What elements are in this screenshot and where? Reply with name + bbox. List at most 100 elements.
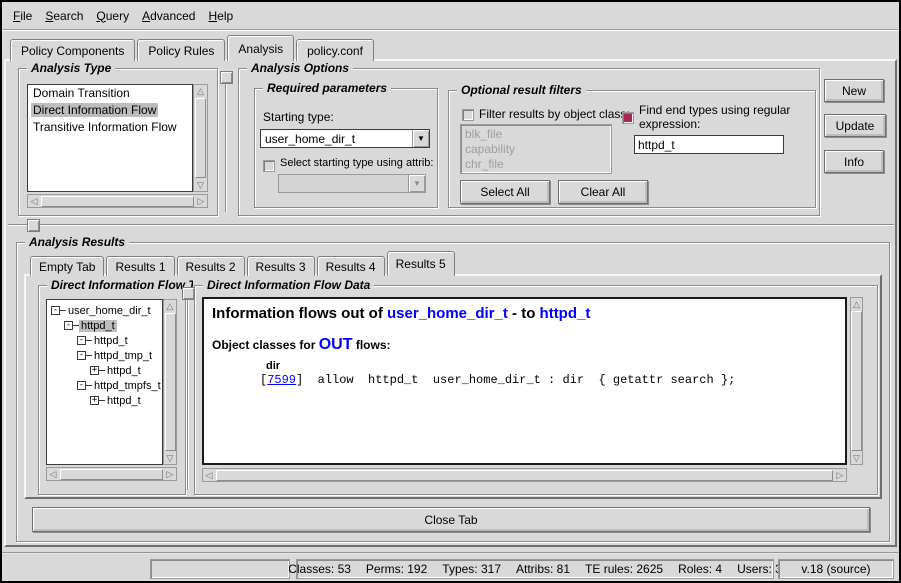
flow-data-textarea[interactable]: Information flows out of user_home_dir_t… [202,297,847,465]
scroll-thumb[interactable] [195,98,206,178]
status-panel-empty [150,559,290,579]
tab-results-1[interactable]: Results 1 [106,256,174,276]
object-class-listbox: blk_file capability chr_file [460,124,612,174]
tab-results-5[interactable]: Results 5 [387,251,455,276]
scroll-right-icon[interactable]: ▷ [164,468,176,480]
object-class-item: blk_file [465,127,611,142]
regex-checkbox-label: Find end types using regular expression: [639,103,790,131]
scroll-thumb[interactable] [216,470,833,481]
scroll-left-icon[interactable]: ◁ [47,468,59,480]
tree-expand-icon[interactable]: + [90,396,99,405]
menu-file[interactable]: File [11,8,34,24]
filter-object-class-checkbox[interactable] [462,109,474,121]
tree-expand-icon[interactable]: - [77,336,86,345]
optional-filters-group-label: Optional result filters [457,83,586,97]
tree-node[interactable]: -httpd_t [47,318,162,333]
results-sash[interactable] [187,300,189,490]
list-item[interactable]: Direct Information Flow [28,102,192,119]
tab-policy-components[interactable]: Policy Components [10,39,135,61]
close-tab-button[interactable]: Close Tab [32,507,870,532]
scroll-right-icon[interactable]: ▷ [195,195,207,207]
tree-expand-icon[interactable]: - [64,321,73,330]
starting-type-combobox[interactable]: user_home_dir_t ▼ [260,129,430,148]
scroll-left-icon[interactable]: ◁ [28,195,40,207]
tab-policy-conf[interactable]: policy.conf [296,39,374,61]
info-button[interactable]: Info [824,150,884,173]
horizontal-sash-handle[interactable] [27,219,40,232]
scroll-down-icon[interactable]: ▽ [164,452,176,464]
list-item[interactable]: Domain Transition [28,85,192,102]
flow-direction-text: OUT [319,336,353,353]
stat-users: Users: 3 [737,562,782,576]
tree-expand-icon[interactable]: - [51,306,60,315]
stat-types: Types: 317 [442,562,501,576]
tab-results-3[interactable]: Results 3 [247,256,315,276]
scroll-down-icon[interactable]: ▽ [851,452,862,464]
menu-advanced[interactable]: Advanced [140,8,197,24]
vertical-sash-handle[interactable] [220,71,233,84]
rule-line: [7599] allow httpd_t user_home_dir_t : d… [260,373,845,387]
regex-checkbox[interactable] [622,112,634,124]
dropdown-arrow-icon[interactable]: ▼ [412,130,429,147]
menu-query[interactable]: Query [94,8,131,24]
attrib-checkbox[interactable] [263,160,275,172]
scroll-down-icon[interactable]: ▽ [194,179,207,191]
scroll-thumb[interactable] [60,469,163,480]
scroll-thumb[interactable] [41,196,194,207]
analysis-type-vscrollbar[interactable]: △ ▽ [193,84,208,192]
flow-tree[interactable]: -user_home_dir_t -httpd_t -httpd_t -http… [46,299,163,465]
tree-expand-icon[interactable]: - [77,381,86,390]
tree-expand-icon[interactable]: - [77,351,86,360]
attrib-checkbox-label: Select starting type using attrib: [280,157,433,169]
tree-node[interactable]: +httpd_t [47,393,162,408]
scroll-up-icon[interactable]: △ [851,298,862,310]
flow-tree-hscrollbar[interactable]: ◁ ▷ [46,467,177,481]
starting-type-label: Starting type: [263,110,334,124]
attrib-combobox: ▼ [278,174,426,193]
tree-expand-icon[interactable]: + [90,366,99,375]
menu-help[interactable]: Help [206,8,235,24]
menu-search[interactable]: Search [43,8,85,24]
new-button[interactable]: New [824,79,884,102]
list-item[interactable]: Transitive Information Flow [28,119,192,136]
tree-node[interactable]: -httpd_tmp_t [47,348,162,363]
analysis-type-listbox[interactable]: Domain Transition Direct Information Flo… [27,84,193,192]
version-text: v.18 (source) [801,562,870,576]
analysis-type-hscrollbar[interactable]: ◁ ▷ [27,194,208,208]
tree-node[interactable]: +httpd_t [47,363,162,378]
flow-data-hscrollbar[interactable]: ◁ ▷ [202,468,847,482]
flow-tree-vscrollbar[interactable]: △ ▽ [163,299,177,465]
scroll-up-icon[interactable]: △ [164,300,176,312]
flow-heading: Information flows out of user_home_dir_t… [212,305,845,322]
stat-classes: Classes: 53 [288,562,351,576]
status-panel-stats: Classes: 53 Perms: 192 Types: 317 Attrib… [296,559,774,579]
tab-analysis[interactable]: Analysis [227,35,294,61]
tree-node[interactable]: -httpd_tmpfs_t [47,378,162,393]
flow-data-vscrollbar[interactable]: △ ▽ [850,297,863,465]
tree-node[interactable]: -httpd_t [47,333,162,348]
status-bar: Classes: 53 Perms: 192 Types: 317 Attrib… [2,552,899,581]
clear-all-button[interactable]: Clear All [558,180,648,204]
stat-attribs: Attribs: 81 [516,562,570,576]
results-sash-handle[interactable] [182,287,195,300]
filter-object-class-label: Filter results by object class: [479,107,630,121]
tab-results-2[interactable]: Results 2 [177,256,245,276]
status-panel-version: v.18 (source) [778,559,894,579]
tab-results-4[interactable]: Results 4 [317,256,385,276]
scroll-left-icon[interactable]: ◁ [203,469,215,481]
regex-input[interactable] [634,135,784,154]
vertical-sash[interactable] [225,84,227,212]
scroll-up-icon[interactable]: △ [194,85,207,97]
update-button[interactable]: Update [824,114,886,137]
tab-empty[interactable]: Empty Tab [30,256,104,276]
select-all-button[interactable]: Select All [460,180,550,204]
rule-id-link[interactable]: 7599 [267,373,296,387]
object-class-item: chr_file [465,157,611,172]
scroll-thumb[interactable] [165,313,176,451]
scroll-thumb[interactable] [851,311,862,451]
horizontal-sash[interactable] [8,224,894,226]
tab-policy-rules[interactable]: Policy Rules [137,39,225,61]
menu-bar: File Search Query Advanced Help [2,2,899,30]
tree-node[interactable]: -user_home_dir_t [47,303,162,318]
scroll-right-icon[interactable]: ▷ [834,469,846,481]
